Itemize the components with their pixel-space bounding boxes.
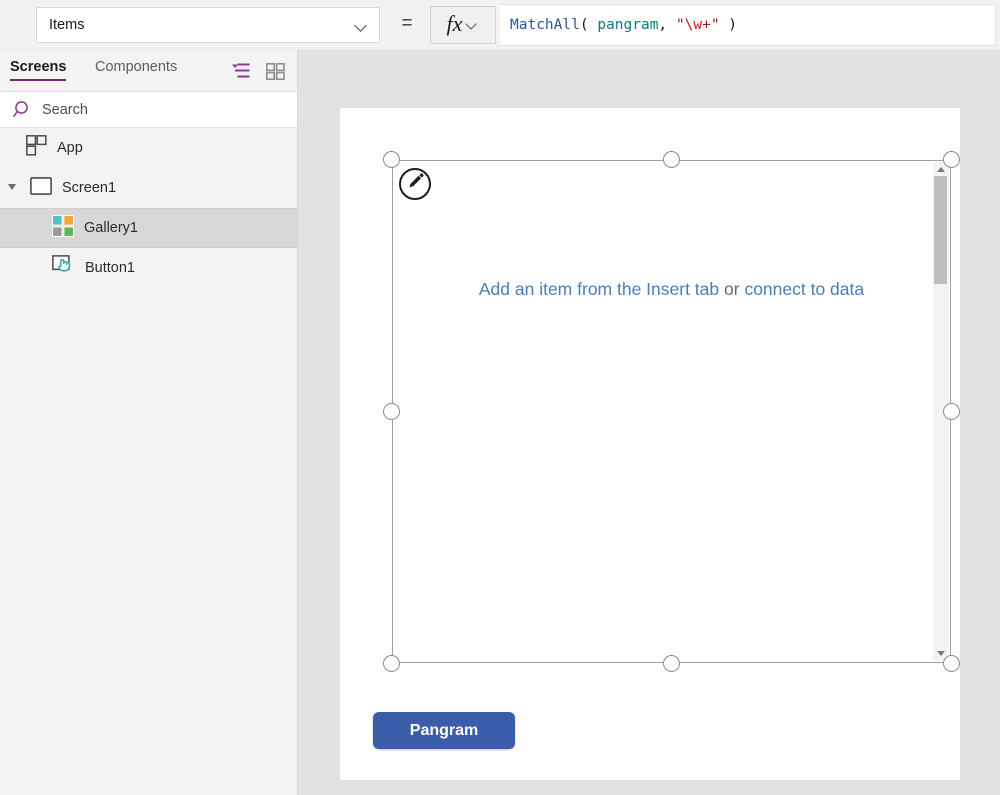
gallery-icon <box>52 214 74 242</box>
tree-item-app[interactable]: App <box>0 128 297 168</box>
insert-tab-link[interactable]: Add an item from the Insert tab <box>479 279 719 299</box>
tree-item-button1[interactable]: Button1 <box>0 248 297 288</box>
screens-tree: App Screen1 Gallery1 Button1 <box>0 128 297 288</box>
tree-item-screen1[interactable]: Screen1 <box>0 168 297 208</box>
grid-view-icon[interactable] <box>266 63 285 81</box>
resize-handle-bottom-right[interactable] <box>943 655 960 672</box>
chevron-down-icon <box>351 7 373 43</box>
property-selector-dropdown[interactable]: Items <box>36 7 380 43</box>
equals-sign: = <box>401 13 413 34</box>
tree-item-label: Gallery1 <box>84 220 138 236</box>
formula-token-escape: \w <box>684 17 703 33</box>
formula-token-function: MatchAll <box>510 17 580 33</box>
formula-token-punct: ) <box>719 17 738 33</box>
resize-handle-top-left[interactable] <box>383 151 400 168</box>
fx-glyph: fx <box>446 11 463 36</box>
fx-button[interactable]: fx <box>430 6 496 44</box>
placeholder-or-text: or <box>719 279 745 299</box>
left-panel: Screens Components Search App Screen1 Ga… <box>0 50 298 795</box>
tree-item-label: App <box>57 140 83 156</box>
chevron-down-icon <box>465 18 479 32</box>
tab-components[interactable]: Components <box>95 59 177 75</box>
gallery-control[interactable]: Add an item from the Insert tab or conne… <box>392 160 951 663</box>
formula-token-punct: , <box>658 17 676 33</box>
resize-handle-bottom-left[interactable] <box>383 655 400 672</box>
gallery-empty-placeholder: Add an item from the Insert tab or conne… <box>393 279 950 300</box>
pangram-button[interactable]: Pangram <box>373 712 515 749</box>
tab-screens[interactable]: Screens <box>10 59 67 81</box>
scroll-up-arrow-icon[interactable] <box>937 167 945 172</box>
resize-handle-middle-left[interactable] <box>383 403 400 420</box>
formula-bar: Items = fx MatchAll( pangram, " \w +" ) <box>0 0 1000 50</box>
scroll-down-arrow-icon[interactable] <box>937 651 945 656</box>
tree-item-gallery1[interactable]: Gallery1 <box>0 208 297 248</box>
panel-tab-bar: Screens Components <box>0 50 297 91</box>
connect-to-data-link[interactable]: connect to data <box>744 279 864 299</box>
tree-item-label: Screen1 <box>62 180 117 196</box>
screen-icon <box>30 176 52 200</box>
resize-handle-bottom-center[interactable] <box>663 655 680 672</box>
resize-handle-top-center[interactable] <box>663 151 680 168</box>
button-icon <box>52 255 75 281</box>
collapse-triangle-icon[interactable] <box>8 184 16 190</box>
edit-gallery-badge[interactable] <box>399 168 431 200</box>
formula-token-string: +" <box>702 17 720 33</box>
search-icon <box>12 99 34 121</box>
resize-handle-middle-right[interactable] <box>943 403 960 420</box>
pencil-icon <box>406 172 425 196</box>
resize-handle-top-right[interactable] <box>943 151 960 168</box>
property-selector-value: Items <box>49 17 85 33</box>
search-input[interactable] <box>42 101 272 118</box>
app-icon <box>26 135 47 161</box>
formula-token-identifier: pangram <box>597 17 659 33</box>
formula-input[interactable]: MatchAll( pangram, " \w +" ) <box>500 4 996 46</box>
tree-view-icon[interactable] <box>231 62 251 80</box>
gallery-scrollbar-thumb[interactable] <box>934 176 947 284</box>
formula-token-punct: ( <box>579 17 598 33</box>
tree-item-label: Button1 <box>85 260 135 276</box>
search-box[interactable] <box>0 91 297 128</box>
formula-token-string: " <box>675 17 685 33</box>
